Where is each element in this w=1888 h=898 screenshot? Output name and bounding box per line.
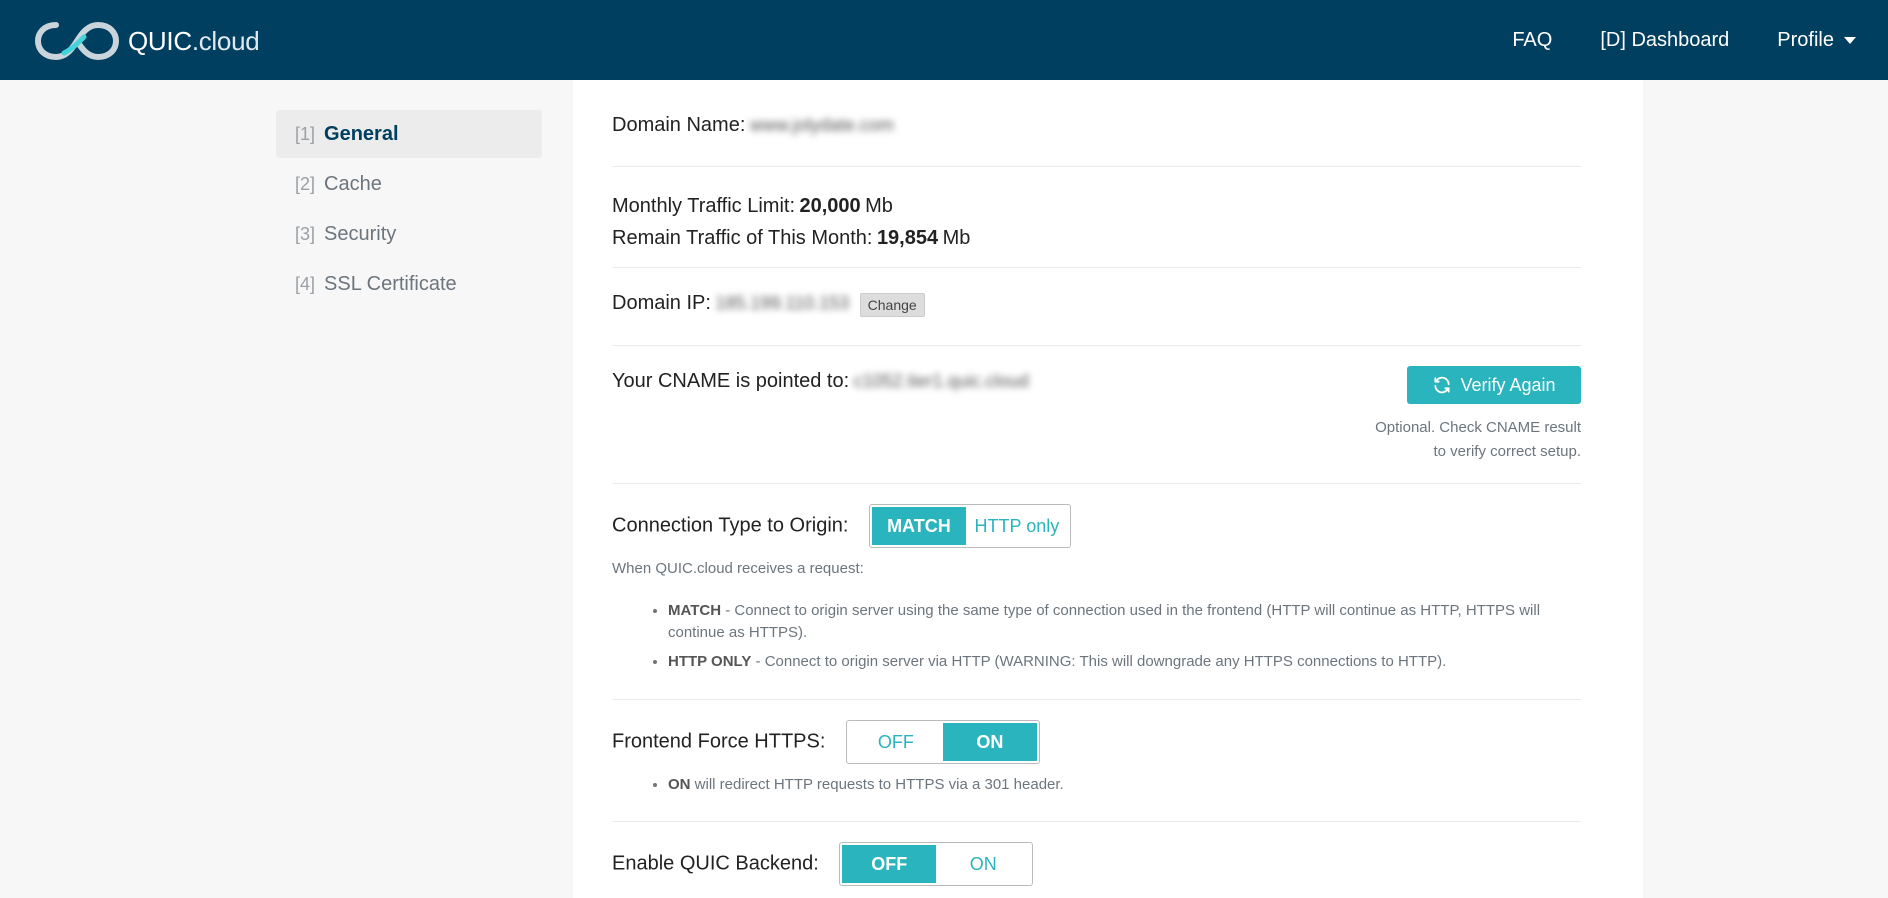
remain-traffic-unit: Mb — [942, 227, 971, 249]
sidebar-item-label: General — [324, 122, 399, 145]
option-on[interactable]: ON — [936, 845, 1030, 883]
main-panel: Domain Name: www.jolydate.com Monthly Tr… — [573, 80, 1643, 898]
top-navbar: QUIC.cloud FAQ [D] Dashboard Profile — [0, 0, 1888, 80]
domain-name-label: Domain Name: — [612, 114, 746, 136]
divider — [612, 821, 1581, 822]
verify-again-button[interactable]: Verify Again — [1407, 366, 1581, 404]
nav-profile-dropdown[interactable]: Profile — [1777, 29, 1856, 52]
remain-traffic-value: 19,854 — [876, 227, 939, 249]
cname-value: c1052.tier1.quic.cloud — [853, 371, 1029, 391]
change-ip-button[interactable]: Change — [859, 292, 925, 317]
cname-row: Your CNAME is pointed to: c1052.tier1.qu… — [612, 366, 1581, 466]
connection-type-label: Connection Type to Origin: — [612, 514, 849, 537]
traffic-limit-value: 20,000 — [799, 195, 861, 217]
quic-backend-row: Enable QUIC Backend: OFF ON — [612, 842, 1581, 886]
quic-backend-toggle: OFF ON — [839, 842, 1034, 886]
connection-intro: When QUIC.cloud receives a request: — [612, 560, 864, 577]
option-off[interactable]: OFF — [842, 845, 937, 883]
sidebar-item-cache[interactable]: [2] Cache — [276, 160, 542, 208]
divider — [612, 699, 1581, 700]
sidebar-item-security[interactable]: [3] Security — [276, 210, 542, 258]
quic-cloud-logo[interactable]: QUIC.cloud — [34, 19, 260, 63]
sidebar-item-general[interactable]: [1] General — [276, 110, 542, 158]
caret-down-icon — [1844, 36, 1856, 44]
nav-faq[interactable]: FAQ — [1512, 29, 1552, 52]
divider — [612, 345, 1581, 346]
sidebar-item-label: Cache — [324, 172, 382, 195]
list-item: MATCH - Connect to origin server using t… — [668, 600, 1552, 644]
sidebar-item-label: SSL Certificate — [324, 272, 457, 295]
traffic-limit-unit: Mb — [865, 195, 893, 217]
connection-type-toggle: MATCH HTTP only — [868, 504, 1071, 548]
force-https-description: ON will redirect HTTP requests to HTTPS … — [612, 774, 1581, 803]
option-match[interactable]: MATCH — [871, 507, 966, 545]
connection-type-row: Connection Type to Origin: MATCH HTTP on… — [612, 504, 1581, 548]
domain-ip-label: Domain IP: — [612, 292, 711, 314]
quic-backend-label: Enable QUIC Backend: — [612, 852, 819, 875]
list-item: HTTP ONLY - Connect to origin server via… — [668, 651, 1552, 673]
sidebar-item-ssl-certificate[interactable]: [4] SSL Certificate — [276, 260, 542, 308]
top-nav: FAQ [D] Dashboard Profile — [1464, 0, 1856, 80]
remain-traffic-label: Remain Traffic of This Month: — [612, 227, 873, 249]
divider — [612, 267, 1581, 268]
brand-text: QUIC.cloud — [128, 25, 260, 56]
domain-name-row: Domain Name: www.jolydate.com — [612, 114, 1581, 137]
divider — [612, 166, 1581, 167]
connection-description: MATCH - Connect to origin server using t… — [612, 600, 1552, 680]
domain-ip-row: Domain IP: 185.199.110.153 Change — [612, 292, 1581, 317]
verify-help-text: Optional. Check CNAME result to verify c… — [1375, 419, 1581, 460]
traffic-limit-label: Monthly Traffic Limit: — [612, 195, 796, 217]
sidebar: [1] General [2] Cache [3] Security [4] S… — [257, 80, 573, 898]
domain-name-value: www.jolydate.com — [749, 115, 894, 135]
option-http-only[interactable]: HTTP only — [966, 507, 1068, 545]
traffic-section: Monthly Traffic Limit: 20,000 Mb Remain … — [612, 191, 1581, 255]
infinity-logo-icon — [34, 21, 120, 61]
divider — [612, 483, 1581, 484]
nav-dashboard[interactable]: [D] Dashboard — [1600, 29, 1729, 52]
domain-ip-value: 185.199.110.153 — [715, 293, 850, 313]
option-off[interactable]: OFF — [849, 723, 943, 761]
list-item: ON will redirect HTTP requests to HTTPS … — [668, 774, 1581, 796]
force-https-label: Frontend Force HTTPS: — [612, 730, 826, 753]
cname-label: Your CNAME is pointed to: — [612, 370, 850, 392]
force-https-toggle: OFF ON — [845, 720, 1040, 764]
option-on[interactable]: ON — [942, 723, 1037, 761]
force-https-row: Frontend Force HTTPS: OFF ON — [612, 720, 1581, 764]
refresh-icon — [1434, 376, 1451, 394]
sidebar-item-label: Security — [324, 222, 397, 245]
